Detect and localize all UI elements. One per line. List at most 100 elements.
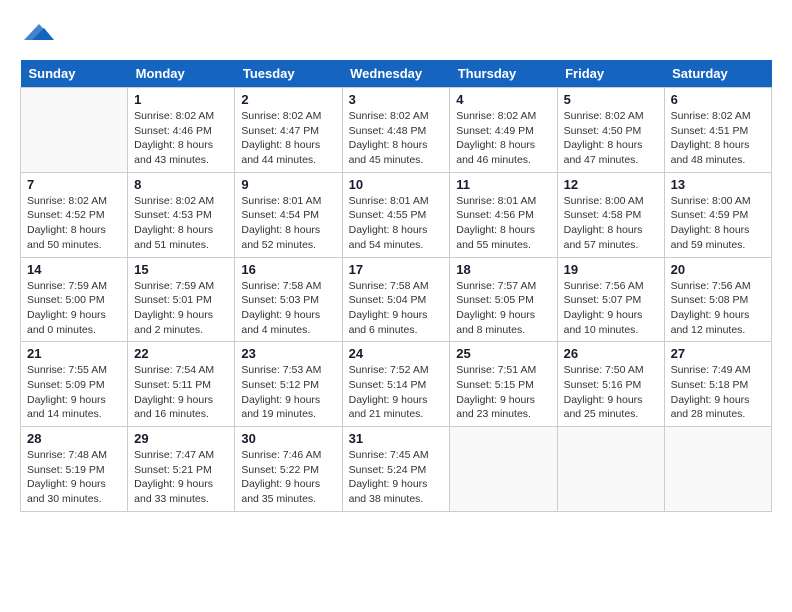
day-number: 27 xyxy=(671,346,765,361)
calendar-cell: 21 Sunrise: 7:55 AM Sunset: 5:09 PM Dayli… xyxy=(21,342,128,427)
calendar-cell: 22 Sunrise: 7:54 AM Sunset: 5:11 PM Dayli… xyxy=(128,342,235,427)
day-number: 19 xyxy=(564,262,658,277)
calendar-cell: 4 Sunrise: 8:02 AM Sunset: 4:49 PM Daylig… xyxy=(450,88,557,173)
day-info: Sunrise: 8:01 AM Sunset: 4:55 PM Dayligh… xyxy=(349,194,444,253)
day-number: 4 xyxy=(456,92,550,107)
day-info: Sunrise: 7:59 AM Sunset: 5:01 PM Dayligh… xyxy=(134,279,228,338)
day-info: Sunrise: 7:53 AM Sunset: 5:12 PM Dayligh… xyxy=(241,363,335,422)
logo xyxy=(20,20,54,44)
day-number: 3 xyxy=(349,92,444,107)
calendar-cell: 16 Sunrise: 7:58 AM Sunset: 5:03 PM Dayli… xyxy=(235,257,342,342)
calendar-table: SundayMondayTuesdayWednesdayThursdayFrid… xyxy=(20,60,772,512)
day-info: Sunrise: 7:49 AM Sunset: 5:18 PM Dayligh… xyxy=(671,363,765,422)
calendar-cell: 29Sunrise: 7:47 AM Sunset: 5:21 PM Dayli… xyxy=(128,427,235,512)
day-info: Sunrise: 7:55 AM Sunset: 5:09 PM Dayligh… xyxy=(27,363,121,422)
day-number: 13 xyxy=(671,177,765,192)
calendar-cell: 1Sunrise: 8:02 AM Sunset: 4:46 PM Daylig… xyxy=(128,88,235,173)
header-day-thursday: Thursday xyxy=(450,60,557,88)
calendar-cell: 27 Sunrise: 7:49 AM Sunset: 5:18 PM Dayli… xyxy=(664,342,771,427)
header-day-monday: Monday xyxy=(128,60,235,88)
day-info: Sunrise: 8:02 AM Sunset: 4:50 PM Dayligh… xyxy=(564,109,658,168)
header-day-wednesday: Wednesday xyxy=(342,60,450,88)
calendar-header: SundayMondayTuesdayWednesdayThursdayFrid… xyxy=(21,60,772,88)
day-number: 26 xyxy=(564,346,658,361)
day-info: Sunrise: 7:58 AM Sunset: 5:03 PM Dayligh… xyxy=(241,279,335,338)
day-number: 24 xyxy=(349,346,444,361)
week-row-5: 28 Sunrise: 7:48 AM Sunset: 5:19 PM Dayli… xyxy=(21,427,772,512)
day-info: Sunrise: 7:45 AM Sunset: 5:24 PM Dayligh… xyxy=(349,448,444,507)
day-number: 25 xyxy=(456,346,550,361)
day-info: Sunrise: 8:01 AM Sunset: 4:54 PM Dayligh… xyxy=(241,194,335,253)
day-number: 20 xyxy=(671,262,765,277)
day-number: 22 xyxy=(134,346,228,361)
day-info: Sunrise: 7:59 AM Sunset: 5:00 PM Dayligh… xyxy=(27,279,121,338)
day-info: Sunrise: 7:57 AM Sunset: 5:05 PM Dayligh… xyxy=(456,279,550,338)
page-header xyxy=(20,20,772,44)
day-info: Sunrise: 7:58 AM Sunset: 5:04 PM Dayligh… xyxy=(349,279,444,338)
calendar-cell: 10 Sunrise: 8:01 AM Sunset: 4:55 PM Dayli… xyxy=(342,172,450,257)
calendar-cell: 5 Sunrise: 8:02 AM Sunset: 4:50 PM Daylig… xyxy=(557,88,664,173)
calendar-cell: 17 Sunrise: 7:58 AM Sunset: 5:04 PM Dayli… xyxy=(342,257,450,342)
calendar-cell: 2Sunrise: 8:02 AM Sunset: 4:47 PM Daylig… xyxy=(235,88,342,173)
day-number: 18 xyxy=(456,262,550,277)
calendar-cell xyxy=(21,88,128,173)
day-number: 23 xyxy=(241,346,335,361)
calendar-cell: 14 Sunrise: 7:59 AM Sunset: 5:00 PM Dayli… xyxy=(21,257,128,342)
week-row-2: 7 Sunrise: 8:02 AM Sunset: 4:52 PM Daylig… xyxy=(21,172,772,257)
day-info: Sunrise: 7:56 AM Sunset: 5:07 PM Dayligh… xyxy=(564,279,658,338)
day-info: Sunrise: 8:02 AM Sunset: 4:53 PM Dayligh… xyxy=(134,194,228,253)
day-info: Sunrise: 7:52 AM Sunset: 5:14 PM Dayligh… xyxy=(349,363,444,422)
calendar-cell: 18 Sunrise: 7:57 AM Sunset: 5:05 PM Dayli… xyxy=(450,257,557,342)
calendar-cell: 25 Sunrise: 7:51 AM Sunset: 5:15 PM Dayli… xyxy=(450,342,557,427)
header-day-tuesday: Tuesday xyxy=(235,60,342,88)
calendar-cell: 26 Sunrise: 7:50 AM Sunset: 5:16 PM Dayli… xyxy=(557,342,664,427)
calendar-cell: 24 Sunrise: 7:52 AM Sunset: 5:14 PM Dayli… xyxy=(342,342,450,427)
day-info: Sunrise: 8:02 AM Sunset: 4:49 PM Dayligh… xyxy=(456,109,550,168)
calendar-cell: 8 Sunrise: 8:02 AM Sunset: 4:53 PM Daylig… xyxy=(128,172,235,257)
day-number: 29 xyxy=(134,431,228,446)
day-info: Sunrise: 7:46 AM Sunset: 5:22 PM Dayligh… xyxy=(241,448,335,507)
day-info: Sunrise: 7:48 AM Sunset: 5:19 PM Dayligh… xyxy=(27,448,121,507)
day-number: 10 xyxy=(349,177,444,192)
header-row: SundayMondayTuesdayWednesdayThursdayFrid… xyxy=(21,60,772,88)
day-info: Sunrise: 7:50 AM Sunset: 5:16 PM Dayligh… xyxy=(564,363,658,422)
week-row-3: 14 Sunrise: 7:59 AM Sunset: 5:00 PM Dayli… xyxy=(21,257,772,342)
calendar-cell: 7 Sunrise: 8:02 AM Sunset: 4:52 PM Daylig… xyxy=(21,172,128,257)
day-number: 31 xyxy=(349,431,444,446)
day-number: 5 xyxy=(564,92,658,107)
calendar-cell: 11Sunrise: 8:01 AM Sunset: 4:56 PM Dayli… xyxy=(450,172,557,257)
calendar-cell: 13Sunrise: 8:00 AM Sunset: 4:59 PM Dayli… xyxy=(664,172,771,257)
calendar-cell: 31 Sunrise: 7:45 AM Sunset: 5:24 PM Dayli… xyxy=(342,427,450,512)
day-info: Sunrise: 8:02 AM Sunset: 4:51 PM Dayligh… xyxy=(671,109,765,168)
day-number: 14 xyxy=(27,262,121,277)
calendar-cell xyxy=(557,427,664,512)
day-number: 7 xyxy=(27,177,121,192)
day-number: 6 xyxy=(671,92,765,107)
day-number: 30 xyxy=(241,431,335,446)
calendar-cell xyxy=(450,427,557,512)
day-number: 16 xyxy=(241,262,335,277)
day-number: 1 xyxy=(134,92,228,107)
day-number: 17 xyxy=(349,262,444,277)
header-day-sunday: Sunday xyxy=(21,60,128,88)
day-number: 21 xyxy=(27,346,121,361)
day-info: Sunrise: 7:51 AM Sunset: 5:15 PM Dayligh… xyxy=(456,363,550,422)
day-number: 2 xyxy=(241,92,335,107)
week-row-1: 1Sunrise: 8:02 AM Sunset: 4:46 PM Daylig… xyxy=(21,88,772,173)
calendar-cell: 23 Sunrise: 7:53 AM Sunset: 5:12 PM Dayli… xyxy=(235,342,342,427)
header-day-saturday: Saturday xyxy=(664,60,771,88)
day-number: 9 xyxy=(241,177,335,192)
day-info: Sunrise: 7:54 AM Sunset: 5:11 PM Dayligh… xyxy=(134,363,228,422)
calendar-cell: 12Sunrise: 8:00 AM Sunset: 4:58 PM Dayli… xyxy=(557,172,664,257)
day-info: Sunrise: 8:01 AM Sunset: 4:56 PM Dayligh… xyxy=(456,194,550,253)
header-day-friday: Friday xyxy=(557,60,664,88)
day-info: Sunrise: 8:02 AM Sunset: 4:52 PM Dayligh… xyxy=(27,194,121,253)
day-number: 12 xyxy=(564,177,658,192)
calendar-cell xyxy=(664,427,771,512)
calendar-cell: 3Sunrise: 8:02 AM Sunset: 4:48 PM Daylig… xyxy=(342,88,450,173)
week-row-4: 21 Sunrise: 7:55 AM Sunset: 5:09 PM Dayli… xyxy=(21,342,772,427)
calendar-cell: 19 Sunrise: 7:56 AM Sunset: 5:07 PM Dayli… xyxy=(557,257,664,342)
day-number: 8 xyxy=(134,177,228,192)
calendar-cell: 15Sunrise: 7:59 AM Sunset: 5:01 PM Dayli… xyxy=(128,257,235,342)
day-number: 28 xyxy=(27,431,121,446)
